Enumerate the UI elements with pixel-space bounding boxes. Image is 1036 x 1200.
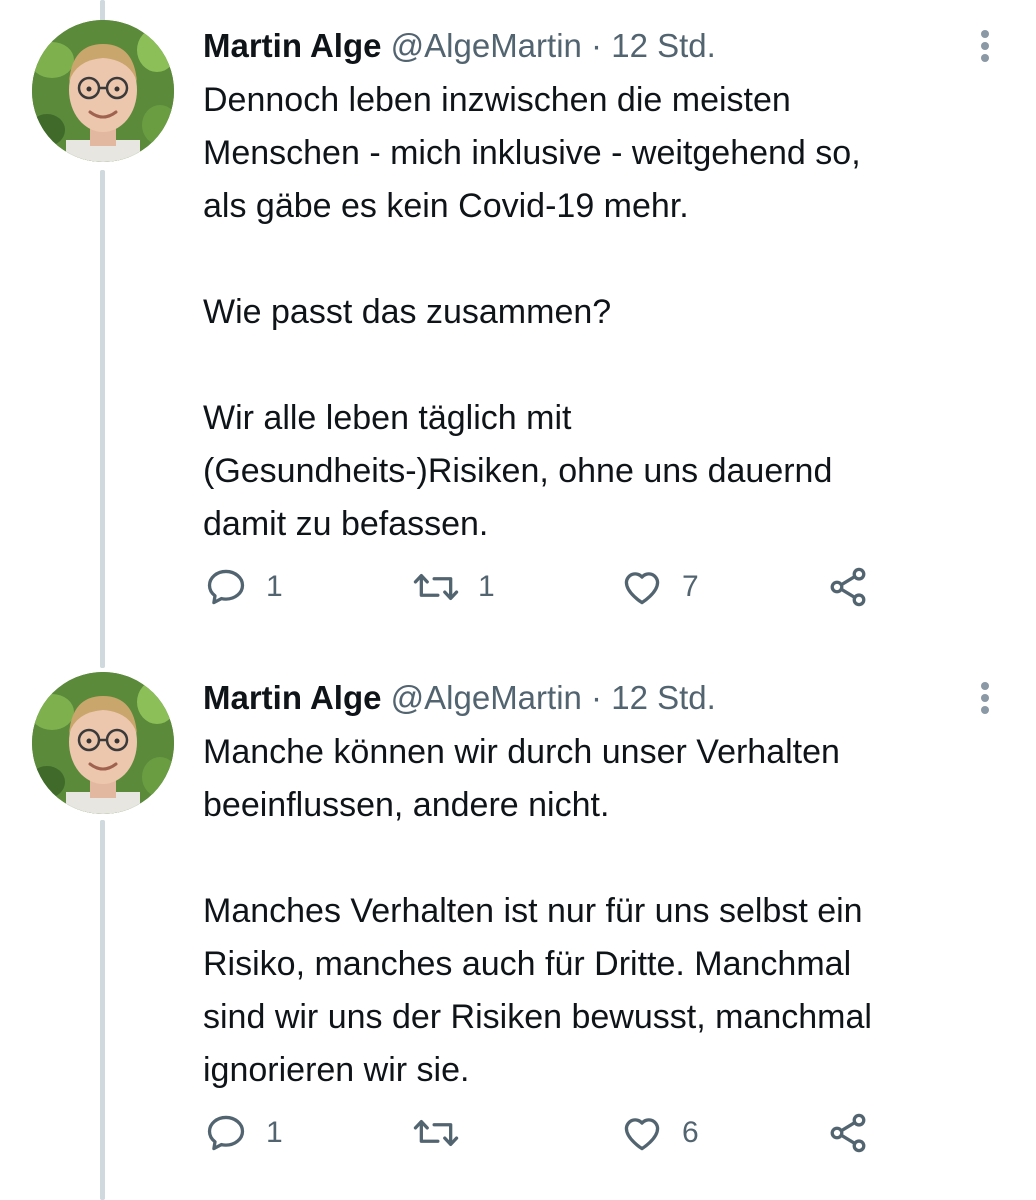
retweet-icon: [413, 1119, 459, 1147]
tweet-paragraph: Manches Verhalten ist nur für uns selbst…: [203, 892, 872, 1089]
separator-dot: ·: [591, 27, 603, 64]
tweet-paragraph: Wir alle leben täglich mit (Gesundheits-…: [203, 399, 833, 543]
more-options-icon[interactable]: [972, 676, 998, 720]
retweet-button[interactable]: [412, 1103, 478, 1163]
tweet[interactable]: Martin Alge @AlgeMartin · 12 Std. Dennoc…: [0, 10, 1036, 650]
separator-dot: ·: [591, 679, 603, 716]
tweet-text: Dennoch leben inzwischen die meisten Men…: [203, 74, 1003, 551]
reply-button[interactable]: 1: [204, 1103, 283, 1163]
like-icon: [624, 1118, 660, 1151]
profile-photo: [32, 672, 174, 814]
tweet-paragraph: Wie passt das zusammen?: [203, 293, 612, 331]
author-name[interactable]: Martin Alge: [203, 27, 381, 64]
tweet-header: Martin Alge @AlgeMartin · 12 Std.: [203, 24, 716, 68]
profile-photo: [32, 20, 174, 162]
avatar[interactable]: [32, 20, 174, 162]
tweet-paragraph: Dennoch leben inzwischen die meisten Men…: [203, 81, 861, 225]
like-count: 7: [682, 570, 699, 603]
tweet-timestamp[interactable]: 12 Std.: [611, 27, 716, 64]
reply-icon: [207, 1115, 245, 1151]
reply-count: 1: [266, 570, 283, 603]
tweet-header: Martin Alge @AlgeMartin · 12 Std.: [203, 676, 716, 720]
tweet-actions: 1 6: [0, 1103, 1036, 1163]
reply-icon: [207, 569, 245, 605]
share-icon: [830, 567, 866, 607]
tweet[interactable]: Martin Alge @AlgeMartin · 12 Std. Manche…: [0, 662, 1036, 1200]
tweet-text: Manche können wir durch unser Verhalten …: [203, 726, 1003, 1097]
tweet-timestamp[interactable]: 12 Std.: [611, 679, 716, 716]
author-handle[interactable]: @AlgeMartin: [391, 27, 582, 64]
avatar[interactable]: [32, 672, 174, 814]
share-button[interactable]: [826, 1103, 870, 1163]
like-icon: [624, 572, 660, 605]
retweet-icon: [413, 573, 459, 601]
more-options-icon[interactable]: [972, 24, 998, 68]
retweet-count: 1: [478, 570, 495, 603]
tweet-actions: 1 1 7: [0, 557, 1036, 617]
reply-count: 1: [266, 1116, 283, 1149]
like-button[interactable]: 6: [620, 1103, 699, 1163]
tweet-paragraph: Manche können wir durch unser Verhalten …: [203, 733, 840, 824]
author-name[interactable]: Martin Alge: [203, 679, 381, 716]
share-button[interactable]: [826, 557, 870, 617]
like-button[interactable]: 7: [620, 557, 699, 617]
retweet-button[interactable]: 1: [412, 557, 495, 617]
author-handle[interactable]: @AlgeMartin: [391, 679, 582, 716]
like-count: 6: [682, 1116, 699, 1149]
share-icon: [830, 1113, 866, 1153]
reply-button[interactable]: 1: [204, 557, 283, 617]
